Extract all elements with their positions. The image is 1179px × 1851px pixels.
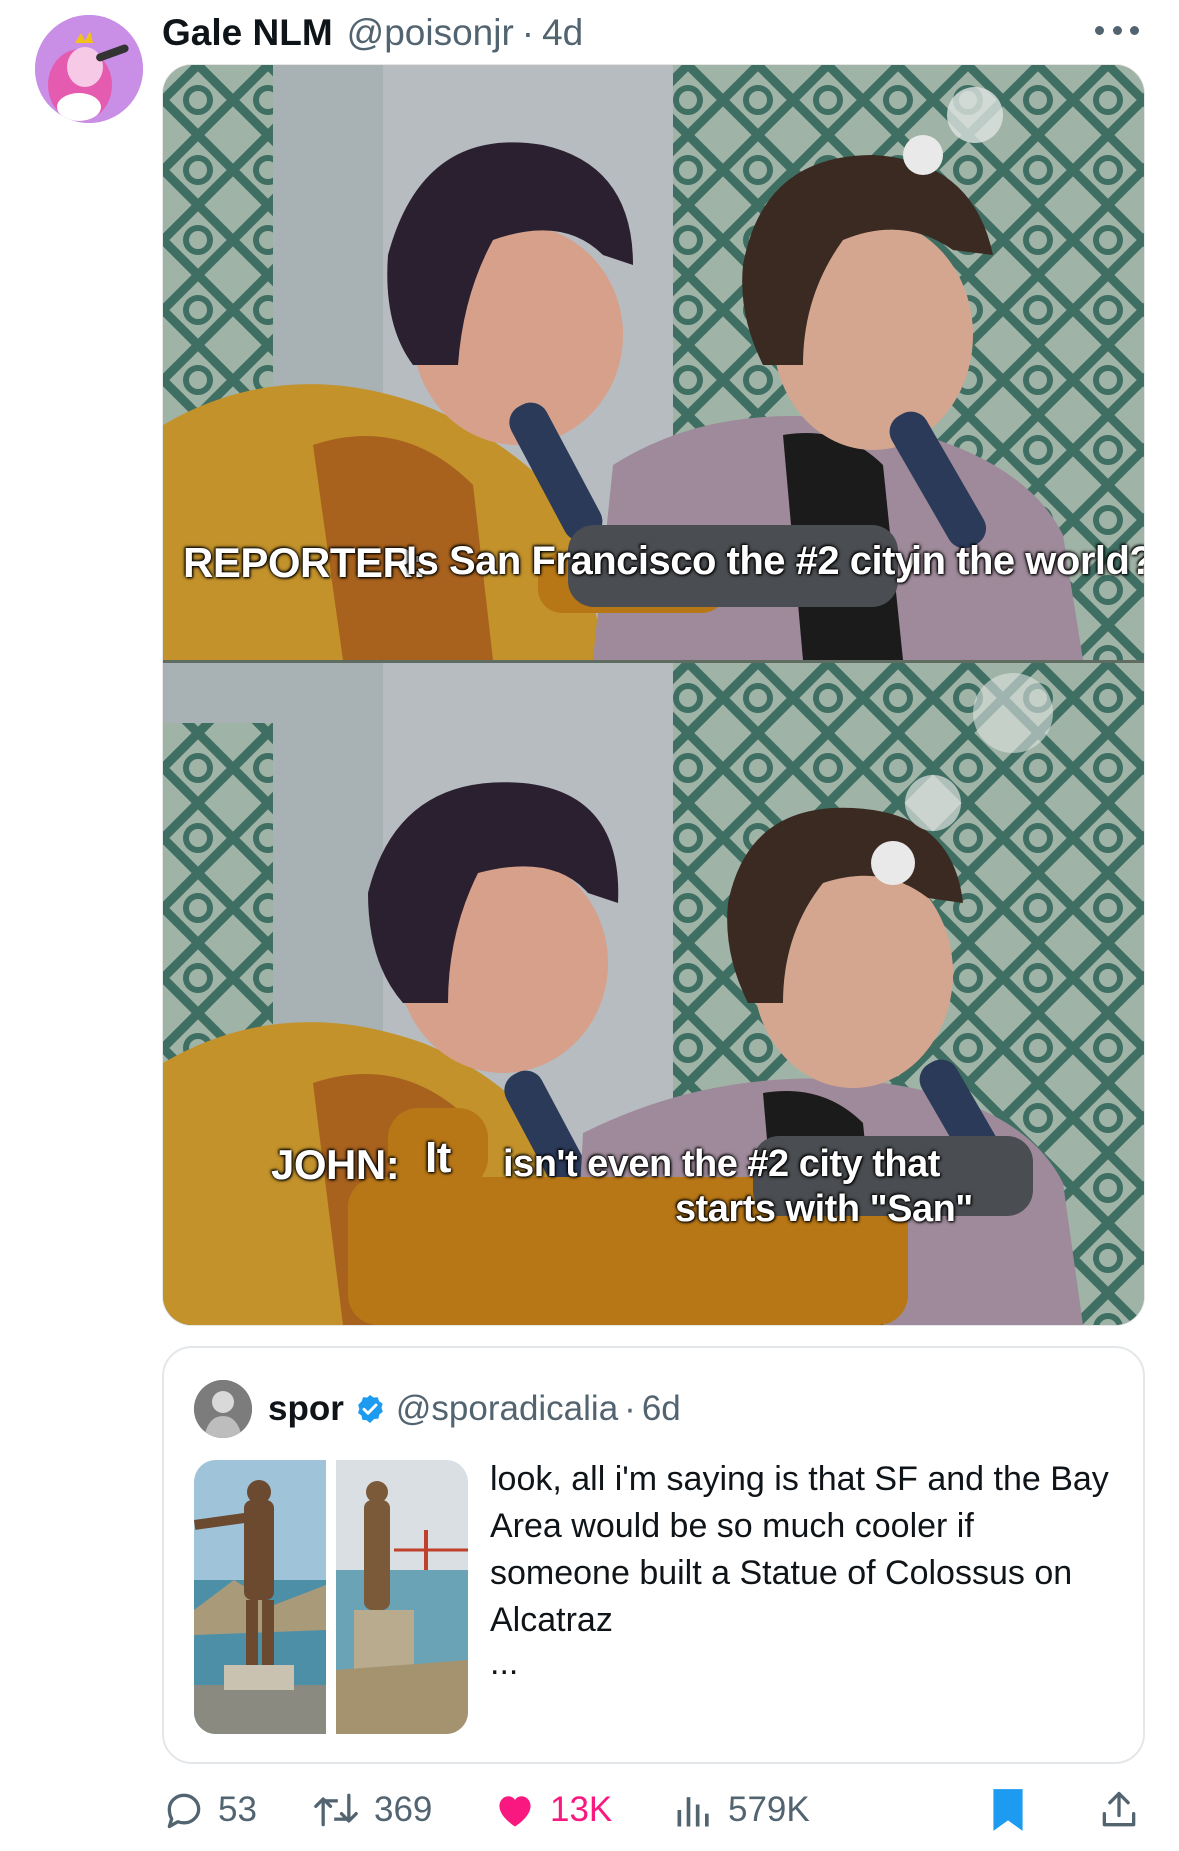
reply-count: 53 bbox=[218, 1790, 257, 1829]
author-name[interactable]: Gale NLM bbox=[162, 12, 333, 54]
top-caption-part1: Is San Francisco the #2 city bbox=[406, 539, 917, 583]
quoted-separator-dot: · bbox=[624, 1389, 636, 1428]
views-button[interactable]: 579K bbox=[672, 1778, 810, 1842]
author-avatar[interactable] bbox=[35, 15, 143, 123]
share-button[interactable] bbox=[1097, 1778, 1153, 1842]
separator-dot: · bbox=[521, 12, 535, 53]
repost-count: 369 bbox=[374, 1790, 433, 1829]
share-upload-icon bbox=[1102, 1791, 1136, 1827]
repost-button[interactable]: 369 bbox=[310, 1778, 432, 1842]
more-options-icon[interactable] bbox=[1095, 22, 1139, 38]
quoted-author-name[interactable]: spor bbox=[268, 1389, 344, 1429]
views-chart-icon bbox=[677, 1797, 709, 1827]
tweet-time[interactable]: 4d bbox=[542, 12, 583, 54]
meme-panel-top: REPORTER: Is San Francisco the #2 city i… bbox=[163, 65, 1144, 660]
quoted-text-more: ... bbox=[490, 1644, 519, 1682]
like-button[interactable]: 13K bbox=[492, 1778, 612, 1842]
tweet-media-image[interactable]: REPORTER: Is San Francisco the #2 city i… bbox=[162, 64, 1145, 1326]
views-count: 579K bbox=[728, 1790, 810, 1829]
bottom-caption-line2: starts with "San" bbox=[675, 1188, 973, 1230]
quoted-author-handle[interactable]: @sporadicalia bbox=[396, 1389, 618, 1429]
top-caption-part2: in the world? bbox=[911, 539, 1144, 583]
tweet-action-bar: 53 369 13K 579K bbox=[162, 1778, 1143, 1842]
like-count: 13K bbox=[550, 1790, 613, 1829]
bookmark-button[interactable] bbox=[987, 1778, 1041, 1842]
bottom-caption-word: It bbox=[425, 1133, 451, 1182]
heart-icon bbox=[499, 1796, 531, 1827]
meme-panel-bottom: JOHN: It isn't even the #2 city that sta… bbox=[163, 663, 1144, 1325]
bottom-caption-speaker: JOHN: bbox=[271, 1141, 400, 1188]
quoted-header: spor @sporadicalia · 6d bbox=[268, 1384, 681, 1434]
quoted-media-image[interactable] bbox=[194, 1460, 468, 1734]
reply-icon bbox=[167, 1793, 201, 1829]
author-handle[interactable]: @poisonjr bbox=[347, 12, 514, 54]
bookmark-icon bbox=[993, 1789, 1023, 1831]
top-caption-speaker: REPORTER: bbox=[183, 539, 426, 586]
quoted-author-avatar[interactable] bbox=[194, 1380, 252, 1438]
verified-badge-icon bbox=[357, 1395, 383, 1423]
quoted-time[interactable]: 6d bbox=[642, 1389, 681, 1429]
reply-button[interactable]: 53 bbox=[162, 1778, 257, 1842]
quoted-tweet[interactable]: spor @sporadicalia · 6d look, all i'm sa… bbox=[162, 1346, 1145, 1764]
quoted-text: look, all i'm saying is that SF and the … bbox=[490, 1460, 1109, 1639]
tweet-header: Gale NLM @poisonjr · 4d bbox=[162, 8, 583, 58]
repost-icon bbox=[314, 1793, 358, 1827]
bottom-caption-line1: isn't even the #2 city that bbox=[503, 1143, 940, 1185]
